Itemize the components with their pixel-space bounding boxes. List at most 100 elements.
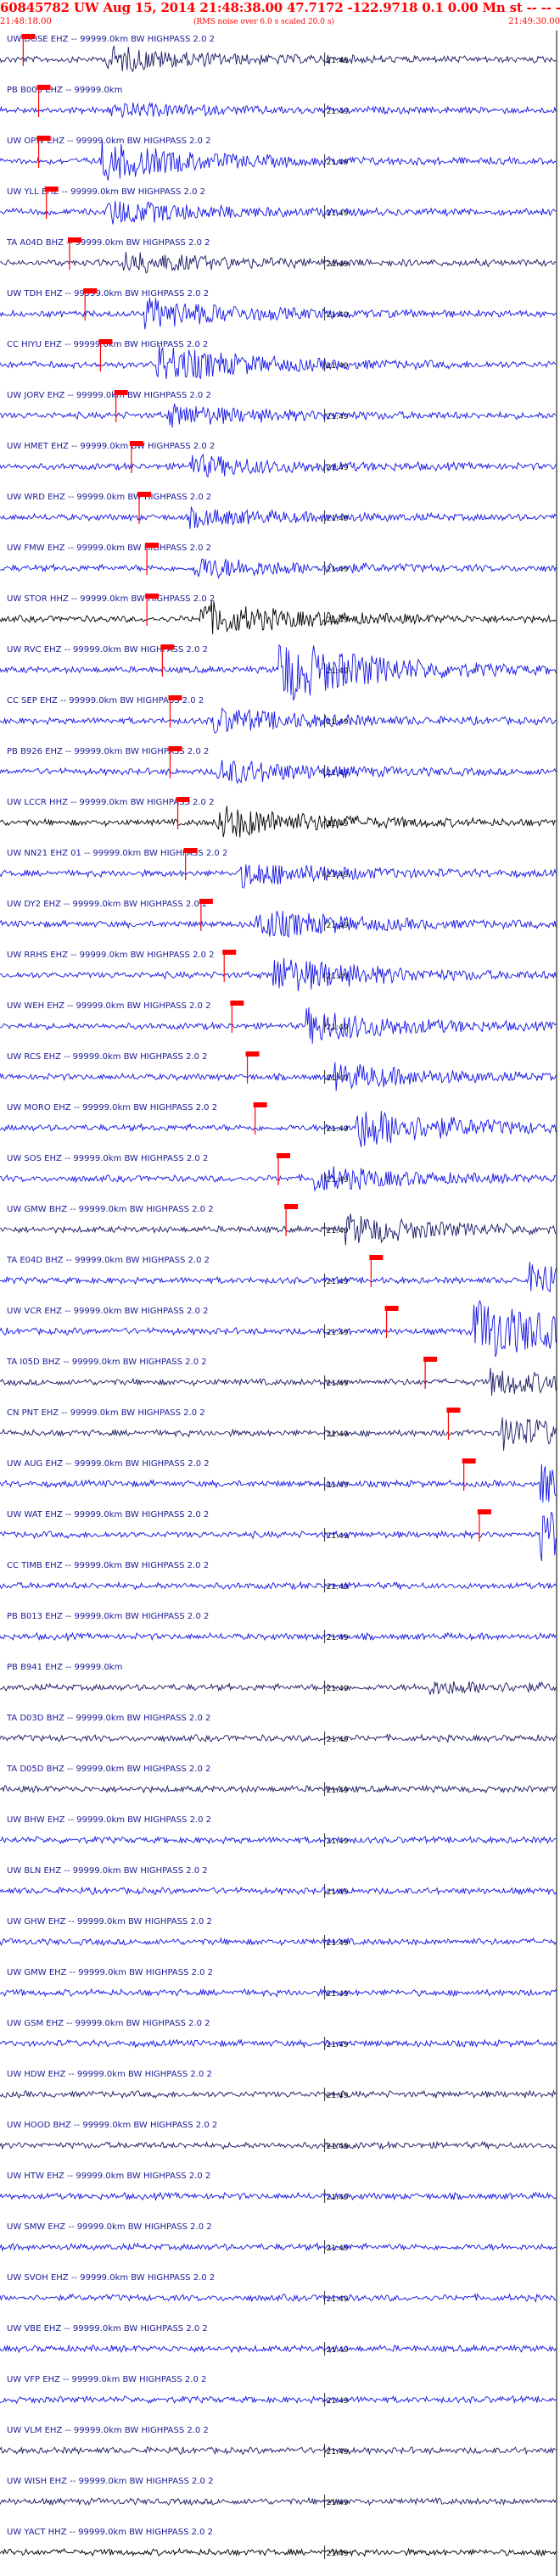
trace-label: UW VBE EHZ -- 99999.0km BW HIGHPASS 2.0 …	[7, 2324, 208, 2333]
waveform	[0, 864, 557, 889]
pick-flag	[384, 1306, 399, 1311]
trace-label: UW BHW EHZ -- 99999.0km BW HIGHPASS 2.0 …	[7, 1815, 211, 1825]
waveform	[0, 1886, 557, 1896]
trace-label: UW GSM EHZ -- 99999.0km BW HIGHPASS 2.0 …	[7, 2019, 210, 2028]
waveform	[0, 141, 557, 181]
trace-label: UW MORO EHZ -- 99999.0km BW HIGHPASS 2.0…	[7, 1103, 217, 1112]
trace-label: UW GMW EHZ -- 99999.0km BW HIGHPASS 2.0 …	[7, 1968, 213, 1977]
waveform	[0, 2496, 557, 2506]
pick-flag	[477, 1509, 491, 1514]
trace-row: UW SOS EHZ -- 99999.0km BW HIGHPASS 2.0 …	[0, 1153, 557, 1192]
trace-row: UW NN21 EHZ 01 -- 99999.0km BW HIGHPASS …	[0, 848, 557, 889]
trace-row: UW TDH EHZ -- 99999.0km BW HIGHPASS 2.0 …	[0, 288, 557, 330]
trace-label: UW BLN EHZ -- 99999.0km BW HIGHPASS 2.0 …	[7, 1866, 208, 1876]
trace-label: UW RCS EHZ -- 99999.0km BW HIGHPASS 2.0 …	[7, 1052, 208, 1062]
trace-label: UW FMW EHZ -- 99999.0km BW HIGHPASS 2.0 …	[7, 544, 211, 553]
trace-label: UW RRHS EHZ -- 99999.0km BW HIGHPASS 2.0…	[7, 951, 215, 960]
pick-flag	[253, 1102, 267, 1107]
waveform	[0, 1062, 557, 1091]
trace-row: CC TIMB EHZ -- 99999.0km BW HIGHPASS 2.0…	[0, 1561, 557, 1592]
waveform	[0, 252, 557, 274]
trace-row: UW GHW EHZ -- 99999.0km BW HIGHPASS 2.0 …	[0, 1917, 557, 1949]
trace-label: UW SOS EHZ -- 99999.0km BW HIGHPASS 2.0 …	[7, 1154, 208, 1163]
trace-row: UW OPW EHZ -- 99999.0km BW HIGHPASS 2.0 …	[0, 136, 557, 181]
pick-flag	[245, 1051, 260, 1057]
waveform	[0, 2140, 557, 2150]
waveform	[0, 957, 557, 992]
trace-row: UW WEH EHZ -- 99999.0km BW HIGHPASS 2.0 …	[0, 1001, 557, 1044]
trace-row: UW HDW EHZ -- 99999.0km BW HIGHPASS 2.0 …	[0, 2070, 557, 2101]
trace-label: UW VCR EHZ -- 99999.0km BW HIGHPASS 2.0 …	[7, 1307, 209, 1316]
trace-label: UW GHW EHZ -- 99999.0km BW HIGHPASS 2.0 …	[7, 1917, 212, 1926]
waveform	[0, 2344, 557, 2354]
waveform	[0, 200, 557, 225]
pick-flag	[160, 644, 175, 650]
trace-row: PB B013 EHZ -- 99999.0km BW HIGHPASS 2.0…	[0, 1612, 557, 1643]
waveform	[0, 45, 557, 73]
pick-flag	[277, 1153, 290, 1158]
trace-label: UW WRD EHZ -- 99999.0km BW HIGHPASS 2.0 …	[7, 493, 211, 502]
trace-label: UW HOOD BHZ -- 99999.0km BW HIGHPASS 2.0…	[7, 2121, 217, 2130]
trace-label: TA I05D BHZ -- 99999.0km BW HIGHPASS 2.0…	[6, 1358, 207, 1367]
trace-row: UW YACT HHZ -- 99999.0km BW HIGHPASS 2.0…	[0, 2528, 557, 2559]
trace-label: PB B941 EHZ -- 99999.0km	[7, 1663, 122, 1672]
trace-label: UW JORV EHZ -- 99999.0km BW HIGHPASS 2.0…	[7, 391, 211, 400]
pick-flag	[176, 797, 190, 802]
trace-label: UW HDW EHZ -- 99999.0km BW HIGHPASS 2.0 …	[7, 2070, 212, 2079]
trace-row: UW WRD EHZ -- 99999.0km BW HIGHPASS 2.0 …	[0, 492, 557, 529]
pick-flag	[114, 390, 128, 395]
trace-label: UW VFP EHZ -- 99999.0km BW HIGHPASS 2.0 …	[7, 2375, 206, 2384]
trace-label: UW STOR HHZ -- 99999.0km BW HIGHPASS 2.0…	[7, 594, 215, 604]
pick-flag	[36, 85, 51, 90]
trace-label: TA D03D BHZ -- 99999.0km BW HIGHPASS 2.0…	[6, 1714, 210, 1723]
pick-flag	[145, 594, 160, 599]
trace-row: CN PNT EHZ -- 99999.0km BW HIGHPASS 2.0 …	[0, 1408, 557, 1451]
trace-row: UW WAT EHZ -- 99999.0km BW HIGHPASS 2.0 …	[0, 1509, 557, 1562]
waveform	[0, 453, 557, 478]
start-time-label: 21:48:18.00	[0, 17, 52, 26]
trace-label: PB B005 EHZ -- 99999.0km	[7, 86, 122, 95]
trace-row: UW BLN EHZ -- 99999.0km BW HIGHPASS 2.0 …	[0, 1866, 557, 1898]
trace-label: UW YACT HHZ -- 99999.0km BW HIGHPASS 2.0…	[7, 2528, 213, 2537]
waveform	[0, 1988, 557, 1998]
waveform	[0, 1937, 557, 1947]
trace-row: UW GMW EHZ -- 99999.0km BW HIGHPASS 2.0 …	[0, 1968, 557, 1999]
pick-flag	[222, 950, 237, 955]
time-tick-label: 21:49	[327, 2092, 349, 2100]
pick-flag	[446, 1408, 461, 1413]
trace-label: UW WEH EHZ -- 99999.0km BW HIGHPASS 2.0 …	[7, 1001, 210, 1011]
pick-flag	[423, 1357, 438, 1362]
trace-label: TA A04D BHZ -- 99999.0km BW HIGHPASS 2.0…	[6, 238, 210, 248]
trace-label: UW GMW BHZ -- 99999.0km BW HIGHPASS 2.0 …	[7, 1205, 214, 1214]
trace-label: UW HTW EHZ -- 99999.0km BW HIGHPASS 2.0 …	[7, 2172, 210, 2181]
trace-label: UW WISH EHZ -- 99999.0km BW HIGHPASS 2.0…	[7, 2477, 213, 2486]
trace-row: PB B926 EHZ -- 99999.0km BW HIGHPASS 2.0…	[0, 746, 557, 785]
time-tick-label: 21:49	[327, 1736, 349, 1744]
pick-flag	[21, 34, 36, 39]
event-title: 60845782 UW Aug 15, 2014 21:48:38.00 47.…	[0, 0, 560, 15]
waveform	[0, 707, 557, 734]
pick-flag	[98, 339, 113, 344]
pick-flag	[183, 848, 198, 853]
waveform	[0, 1784, 557, 1794]
trace-row: TA E04D BHZ -- 99999.0km BW HIGHPASS 2.0…	[0, 1255, 557, 1293]
trace-row: UW RRHS EHZ -- 99999.0km BW HIGHPASS 2.0…	[0, 950, 557, 992]
trace-row: UW VFP EHZ -- 99999.0km BW HIGHPASS 2.0 …	[0, 2375, 557, 2406]
waveform	[0, 1368, 557, 1397]
trace-row: UW JORV EHZ -- 99999.0km BW HIGHPASS 2.0…	[0, 390, 557, 428]
pick-flag	[284, 1204, 299, 1209]
pick-flag	[199, 899, 213, 904]
pick-flag	[36, 136, 51, 141]
pick-flag	[68, 237, 81, 243]
trace-row: UW SMW EHZ -- 99999.0km BW HIGHPASS 2.0 …	[0, 2222, 557, 2254]
trace-label: UW AUG EHZ -- 99999.0km BW HIGHPASS 2.0 …	[7, 1459, 210, 1469]
waveform	[0, 345, 557, 380]
pick-flag	[137, 492, 151, 497]
trace-row: UW HMET EHZ -- 99999.0km BW HIGHPASS 2.0…	[0, 441, 557, 478]
trace-row: UW LCCR HHZ -- 99999.0km BW HIGHPASS 2.0…	[0, 797, 557, 838]
trace-label: UW HMET EHZ -- 99999.0km BW HIGHPASS 2.0…	[7, 442, 215, 451]
trace-label: UW DY2 EHZ -- 99999.0km BW HIGHPASS 2.0 …	[7, 900, 207, 909]
time-tick-label: 21:49	[327, 1227, 349, 1235]
trace-row: UW HTW EHZ -- 99999.0km BW HIGHPASS 2.0 …	[0, 2172, 557, 2203]
waveform	[0, 1464, 557, 1503]
